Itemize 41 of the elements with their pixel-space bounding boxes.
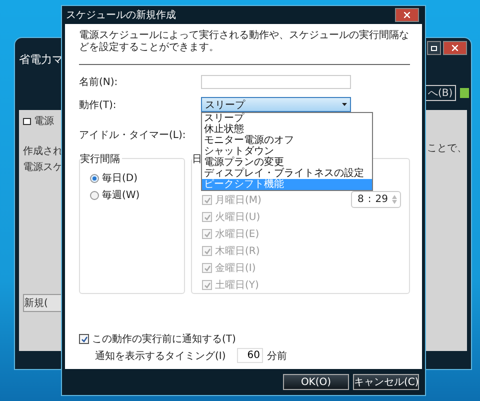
ok-button[interactable]: OK(O): [283, 374, 349, 390]
action-label: 動作(T):: [79, 98, 118, 112]
description-text: 電源スケジュールによって実行される動作や、スケジュールの実行間隔などを設定することができます。: [79, 30, 410, 54]
action-dropdown[interactable]: スリープ: [201, 97, 351, 112]
close-icon: [404, 12, 410, 18]
tab[interactable]: 電源: [23, 114, 62, 142]
unit-label: 分前: [267, 350, 287, 362]
spin-arrows-icon[interactable]: [392, 195, 397, 204]
group-title: 実行間隔: [80, 152, 122, 166]
checkbox-label: 水曜日(E): [215, 228, 260, 241]
name-label: 名前(N):: [79, 76, 119, 89]
checkbox-label: 木曜日(R): [215, 244, 260, 258]
dialog-title: スケジュールの新規作成: [66, 8, 176, 22]
radio-label: 毎日(D): [102, 172, 138, 185]
help-icon[interactable]: [460, 88, 469, 98]
caret-icon: [342, 103, 347, 106]
radio-label: 毎週(W): [102, 189, 140, 202]
minutes-field[interactable]: 60: [237, 348, 263, 363]
checkbox-label: この動作の実行前に通知する(T): [92, 332, 236, 346]
radio-button[interactable]: [90, 190, 99, 200]
checkbox-label: 金曜日(I): [215, 262, 256, 275]
new-button[interactable]: 新規(: [23, 294, 63, 312]
checkbox[interactable]: [79, 334, 89, 344]
maximize-button[interactable]: [427, 41, 441, 55]
cancel-button[interactable]: キャンセル(C): [353, 374, 419, 390]
radio-button[interactable]: [90, 174, 99, 182]
description-text: 電源スケ: [23, 161, 62, 174]
checkbox-label: 土曜日(Y): [215, 278, 259, 292]
back-button[interactable]: へ(B): [425, 85, 456, 101]
maximize-icon: [431, 46, 437, 50]
idle-timer-label: アイドル・タイマー(L):: [79, 129, 187, 142]
checkbox-label: 火曜日(U): [215, 210, 260, 224]
checkbox-label: 月曜日(M): [215, 194, 262, 207]
close-icon: [452, 45, 458, 51]
close-button[interactable]: [395, 8, 419, 22]
description-text: ことで、: [427, 142, 467, 155]
timing-label: 通知を表示するタイミング(I): [95, 350, 227, 362]
name-field[interactable]: [201, 75, 351, 89]
document-icon: [23, 118, 31, 124]
close-button[interactable]: [443, 41, 467, 55]
time-spinner[interactable]: 8 : 29: [350, 191, 401, 208]
